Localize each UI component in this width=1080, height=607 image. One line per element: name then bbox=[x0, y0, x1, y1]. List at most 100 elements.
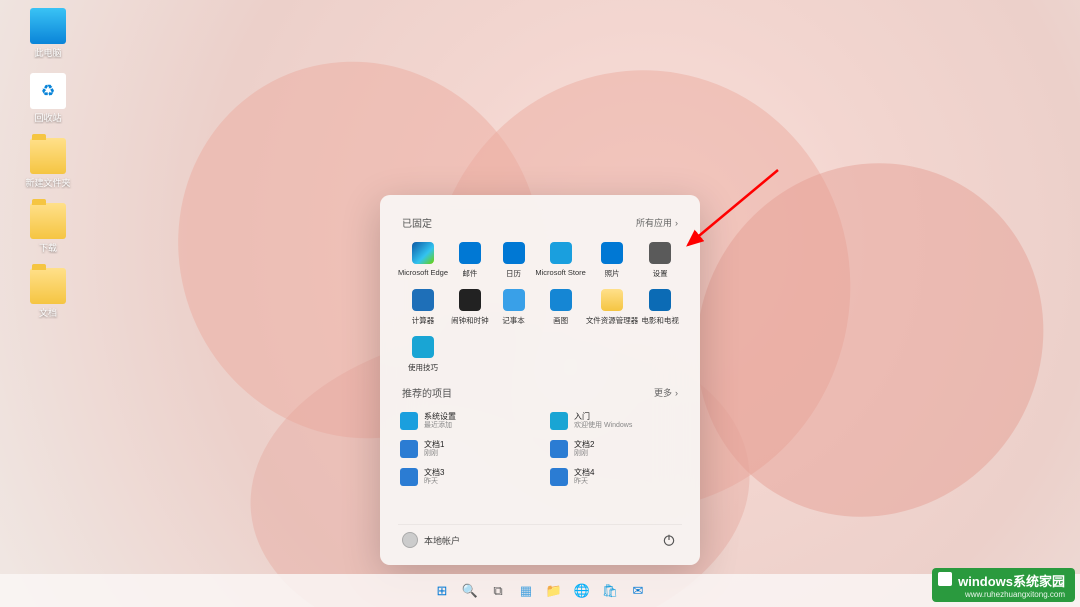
start-menu: 已固定 所有应用 › Microsoft Edge邮件日历Microsoft S… bbox=[380, 195, 700, 565]
store-icon bbox=[550, 242, 572, 264]
app-calculator[interactable]: 计算器 bbox=[398, 287, 448, 328]
file-icon bbox=[550, 468, 568, 486]
recommended-title: 文档1 bbox=[424, 440, 444, 450]
desktop: 此电脑 ♻ 回收站新建文件夹下载文档 已固定 所有应用 › Microsoft Ed… bbox=[0, 0, 1080, 607]
clock-icon bbox=[459, 289, 481, 311]
taskbar: ⊞ 🔍 ⧉ ▦ 📁 🌐 🛍 ✉ bbox=[0, 574, 1080, 607]
taskbar-search[interactable]: 🔍 bbox=[459, 580, 481, 602]
recommended-item-r5[interactable]: 文档3昨天 bbox=[398, 466, 532, 488]
explorer-icon: 📁 bbox=[546, 583, 562, 599]
app-label: 设置 bbox=[638, 268, 682, 279]
file-icon bbox=[400, 468, 418, 486]
app-label: 使用技巧 bbox=[398, 362, 448, 373]
folder-1-icon bbox=[30, 138, 66, 174]
chevron-right-icon: › bbox=[675, 388, 678, 398]
chevron-right-icon: › bbox=[675, 218, 678, 228]
taskbar-explorer[interactable]: 📁 bbox=[543, 580, 565, 602]
recommended-title: 入门 bbox=[574, 412, 632, 422]
recommended-item-r1[interactable]: 系统设置最近添加 bbox=[398, 410, 532, 432]
app-label: Microsoft Store bbox=[535, 268, 585, 277]
desktop-icon-label: 新建文件夹 bbox=[12, 176, 84, 189]
desktop-icon-recycle-bin[interactable]: ♻ 回收站 bbox=[12, 73, 84, 124]
desktop-icon-folder-3[interactable]: 文档 bbox=[12, 268, 84, 319]
recommended-sub: 最近添加 bbox=[424, 422, 456, 430]
recommended-sub: 欢迎使用 Windows bbox=[574, 422, 632, 430]
user-account-button[interactable]: 本地帐户 bbox=[402, 532, 460, 548]
all-apps-button[interactable]: 所有应用 › bbox=[636, 216, 678, 229]
settings-icon bbox=[649, 242, 671, 264]
app-explorer[interactable]: 文件资源管理器 bbox=[586, 287, 639, 328]
app-mail[interactable]: 邮件 bbox=[448, 240, 492, 281]
notepad-icon bbox=[503, 289, 525, 311]
app-settings[interactable]: 设置 bbox=[638, 240, 682, 281]
app-clock[interactable]: 闹钟和时钟 bbox=[448, 287, 492, 328]
edge-icon: 🌐 bbox=[574, 583, 590, 599]
desktop-icon-this-pc[interactable]: 此电脑 bbox=[12, 8, 84, 59]
app-label: 邮件 bbox=[448, 268, 492, 279]
watermark-text: windows系统家园 bbox=[958, 574, 1065, 589]
start-icon: ⊞ bbox=[437, 583, 448, 599]
avatar-icon bbox=[402, 532, 418, 548]
app-label: 画图 bbox=[535, 315, 585, 326]
file-icon bbox=[400, 440, 418, 458]
recommended-item-r4[interactable]: 文档2刚刚 bbox=[548, 438, 682, 460]
app-label: 日历 bbox=[492, 268, 536, 279]
watermark-logo: windows系统家园 www.ruhezhuangxitong.com bbox=[932, 568, 1075, 602]
recommended-title: 文档2 bbox=[574, 440, 594, 450]
app-edge[interactable]: Microsoft Edge bbox=[398, 240, 448, 281]
app-notepad[interactable]: 记事本 bbox=[492, 287, 536, 328]
taskview-icon: ⧉ bbox=[493, 583, 502, 599]
pinned-header: 已固定 所有应用 › bbox=[402, 215, 678, 230]
desktop-icon-label: 回收站 bbox=[12, 111, 84, 124]
power-button[interactable] bbox=[660, 531, 678, 549]
app-calendar[interactable]: 日历 bbox=[492, 240, 536, 281]
recommended-title: 系统设置 bbox=[424, 412, 456, 422]
taskbar-taskview[interactable]: ⧉ bbox=[487, 580, 509, 602]
recommended-item-r6[interactable]: 文档4昨天 bbox=[548, 466, 682, 488]
search-icon: 🔍 bbox=[462, 583, 478, 599]
app-tips[interactable]: 使用技巧 bbox=[398, 334, 448, 375]
taskbar-store[interactable]: 🛍 bbox=[599, 580, 621, 602]
app-label: 电影和电视 bbox=[638, 315, 682, 326]
file-icon bbox=[550, 412, 568, 430]
desktop-icon-label: 此电脑 bbox=[12, 46, 84, 59]
mail-icon: ✉ bbox=[633, 583, 644, 599]
recommended-sub: 昨天 bbox=[424, 478, 444, 486]
recommended-item-r3[interactable]: 文档1刚刚 bbox=[398, 438, 532, 460]
recommended-title: 文档3 bbox=[424, 468, 444, 478]
taskbar-edge[interactable]: 🌐 bbox=[571, 580, 593, 602]
taskbar-mail[interactable]: ✉ bbox=[627, 580, 649, 602]
desktop-icon-folder-1[interactable]: 新建文件夹 bbox=[12, 138, 84, 189]
app-photos[interactable]: 照片 bbox=[586, 240, 639, 281]
desktop-icon-folder-2[interactable]: 下载 bbox=[12, 203, 84, 254]
app-label: 闹钟和时钟 bbox=[448, 315, 492, 326]
taskbar-widgets[interactable]: ▦ bbox=[515, 580, 537, 602]
more-button[interactable]: 更多 › bbox=[654, 386, 678, 399]
app-store[interactable]: Microsoft Store bbox=[535, 240, 585, 281]
recommended-header: 推荐的项目 更多 › bbox=[402, 385, 678, 400]
this-pc-icon bbox=[30, 8, 66, 44]
recycle-bin-icon: ♻ bbox=[30, 73, 66, 109]
explorer-icon bbox=[601, 289, 623, 311]
app-label: 照片 bbox=[586, 268, 639, 279]
recommended-item-r2[interactable]: 入门欢迎使用 Windows bbox=[548, 410, 682, 432]
widgets-icon: ▦ bbox=[520, 583, 532, 599]
pinned-apps-grid: Microsoft Edge邮件日历Microsoft Store照片设置计算器… bbox=[398, 240, 682, 375]
tips-icon bbox=[412, 336, 434, 358]
folder-3-icon bbox=[30, 268, 66, 304]
recommended-title: 文档4 bbox=[574, 468, 594, 478]
watermark-sub: www.ruhezhuangxitong.com bbox=[958, 590, 1065, 599]
taskbar-start[interactable]: ⊞ bbox=[431, 580, 453, 602]
app-label: Microsoft Edge bbox=[398, 268, 448, 277]
file-icon bbox=[550, 440, 568, 458]
app-label: 记事本 bbox=[492, 315, 536, 326]
desktop-icon-label: 文档 bbox=[12, 306, 84, 319]
app-paint[interactable]: 画图 bbox=[535, 287, 585, 328]
folder-2-icon bbox=[30, 203, 66, 239]
movies-icon bbox=[649, 289, 671, 311]
photos-icon bbox=[601, 242, 623, 264]
app-label: 计算器 bbox=[398, 315, 448, 326]
app-movies[interactable]: 电影和电视 bbox=[638, 287, 682, 328]
desktop-icon-label: 下载 bbox=[12, 241, 84, 254]
file-icon bbox=[400, 412, 418, 430]
